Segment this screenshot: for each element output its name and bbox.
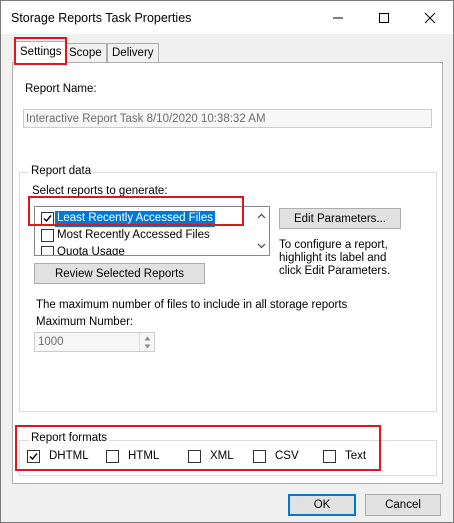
report-item-label: Least Recently Accessed Files — [55, 211, 215, 227]
minimize-button[interactable] — [315, 1, 361, 34]
max-number-value: 1000 — [38, 336, 64, 348]
report-data-title: Report data — [29, 165, 94, 177]
title-bar: Storage Reports Task Properties — [1, 1, 453, 34]
report-formats-title: Report formats — [29, 432, 110, 444]
maximize-button[interactable] — [361, 1, 407, 34]
stepper-up-icon[interactable] — [144, 336, 151, 341]
max-number-stepper[interactable]: 1000 — [34, 332, 155, 352]
format-label: CSV — [275, 450, 299, 462]
format-label: DHTML — [49, 450, 89, 462]
ok-button[interactable]: OK — [288, 494, 356, 516]
list-item[interactable]: Least Recently Accessed Files — [37, 211, 251, 227]
reports-listbox[interactable]: Least Recently Accessed Files Most Recen… — [34, 206, 270, 256]
cancel-button[interactable]: Cancel — [365, 494, 441, 516]
minimize-icon — [333, 17, 343, 18]
report-name-label: Report Name: — [25, 83, 97, 95]
close-icon — [424, 12, 436, 23]
list-item[interactable]: Most Recently Accessed Files — [37, 228, 251, 244]
settings-panel: Report Name: Interactive Report Task 8/1… — [12, 62, 443, 484]
edit-help-line-3: click Edit Parameters. — [279, 265, 391, 277]
edit-parameters-button[interactable]: Edit Parameters... — [279, 208, 401, 229]
checkbox[interactable] — [106, 450, 119, 463]
stepper-down-icon[interactable] — [144, 344, 151, 349]
max-files-description: The maximum number of files to include i… — [36, 299, 348, 311]
report-item-label: Most Recently Accessed Files — [57, 229, 210, 241]
tab-settings[interactable]: Settings — [15, 41, 67, 64]
maximize-icon — [379, 12, 389, 23]
report-item-label: Quota Usage — [57, 246, 125, 256]
list-item[interactable]: Quota Usage — [37, 245, 251, 256]
report-checkbox[interactable] — [41, 246, 54, 255]
select-reports-label: Select reports to generate: — [32, 185, 168, 197]
max-number-label: Maximum Number: — [36, 316, 134, 328]
tab-scope[interactable]: Scope — [65, 43, 107, 63]
stepper-buttons — [139, 333, 154, 351]
window-title: Storage Reports Task Properties — [11, 11, 192, 25]
checkmark-icon — [29, 453, 38, 461]
checkmark-icon — [43, 215, 52, 223]
checkbox[interactable] — [253, 450, 266, 463]
format-label: XML — [210, 450, 234, 462]
format-label: Text — [345, 450, 367, 462]
checkbox[interactable] — [188, 450, 201, 463]
tab-delivery[interactable]: Delivery — [107, 43, 159, 63]
chevron-down-icon — [257, 243, 265, 249]
format-label: HTML — [128, 450, 160, 462]
tab-strip: Settings Scope Delivery — [12, 41, 442, 64]
edit-help-line-1: To configure a report, — [279, 239, 388, 251]
properties-dialog: Storage Reports Task Properties Settings… — [0, 0, 454, 523]
checkbox[interactable] — [323, 450, 336, 463]
chevron-up-icon — [257, 213, 265, 219]
report-checkbox[interactable] — [41, 212, 54, 225]
scroll-up-button[interactable] — [253, 208, 269, 224]
close-button[interactable] — [407, 1, 453, 34]
scroll-down-button[interactable] — [253, 238, 269, 254]
report-checkbox[interactable] — [41, 229, 54, 242]
report-name-field[interactable]: Interactive Report Task 8/10/2020 10:38:… — [23, 109, 432, 128]
checkbox[interactable] — [27, 450, 40, 463]
edit-help-line-2: highlight its label and — [279, 252, 387, 264]
review-selected-reports-button[interactable]: Review Selected Reports — [34, 263, 205, 284]
